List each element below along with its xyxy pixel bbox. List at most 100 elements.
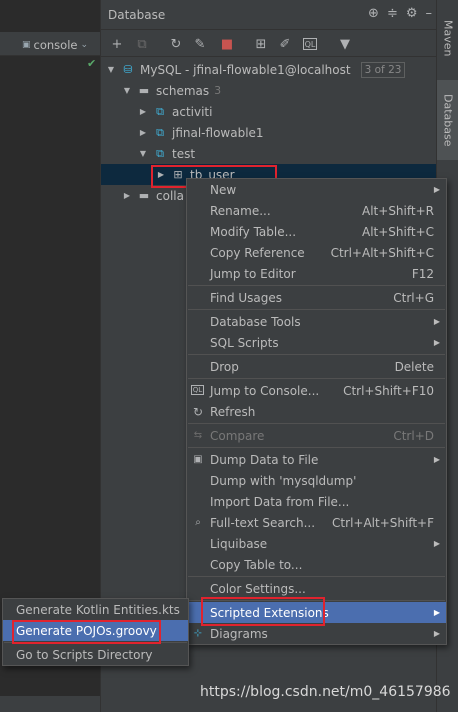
schema-icon: ⧉ <box>156 146 164 160</box>
menu-separator <box>188 576 445 577</box>
menu-item-label: Liquibase <box>210 536 268 551</box>
chevron-down-icon: ⌄ <box>80 40 89 50</box>
menu-separator <box>188 354 445 355</box>
menu-item-label: Database Tools <box>210 314 301 329</box>
menu-item-compare[interactable]: ⇆ Compare Ctrl+D <box>187 425 446 446</box>
count-badge: 3 of 23 <box>360 61 406 78</box>
tab-database[interactable]: Database <box>437 80 458 160</box>
menu-item-dump-mysqldump[interactable]: Dump with 'mysqldump' <box>187 470 446 491</box>
menu-item-database-tools[interactable]: Database Tools ▶ <box>187 311 446 332</box>
expand-arrow-icon[interactable]: ▼ <box>106 65 116 74</box>
menu-item-copy-reference[interactable]: Copy Reference Ctrl+Alt+Shift+C <box>187 242 446 263</box>
menu-item-liquibase[interactable]: Liquibase ▶ <box>187 533 446 554</box>
menu-separator <box>188 423 445 424</box>
menu-item-shortcut: Ctrl+Alt+Shift+F <box>332 515 434 530</box>
stop-icon[interactable]: ■ <box>218 35 236 53</box>
submenu-item-generate-kotlin[interactable]: Generate Kotlin Entities.kts <box>3 599 188 620</box>
check-icon: ✔ <box>87 57 97 70</box>
refresh-icon[interactable]: ↻ <box>167 35 185 53</box>
filter-icon[interactable]: ▼ <box>336 35 354 53</box>
menu-item-find-usages[interactable]: Find Usages Ctrl+G <box>187 287 446 308</box>
menu-item-copy-table[interactable]: Copy Table to... <box>187 554 446 575</box>
menu-item-scripted-extensions[interactable]: Scripted Extensions ▶ <box>187 602 446 623</box>
compare-icon: ⇆ <box>193 430 203 441</box>
collapse-arrow-icon[interactable]: ▶ <box>138 107 148 116</box>
table-icon[interactable]: ⊞ <box>252 35 270 53</box>
tree-node-collations[interactable]: ▶ ▬ colla <box>122 185 184 206</box>
gear-icon[interactable]: ⚙ <box>406 6 418 21</box>
menu-separator <box>188 378 445 379</box>
submenu-item-go-to-scripts[interactable]: Go to Scripts Directory <box>3 644 188 665</box>
duplicate-icon[interactable]: ⧉ <box>133 35 151 53</box>
editor-statusbar <box>0 696 100 712</box>
connection-label: MySQL - jfinal-flowable1@localhost <box>140 62 351 77</box>
menu-item-color-settings[interactable]: Color Settings... <box>187 578 446 599</box>
collapse-icon[interactable]: ≑ <box>387 6 398 21</box>
menu-item-rename[interactable]: Rename... Alt+Shift+R <box>187 200 446 221</box>
schema-settings-icon[interactable]: ✎ <box>191 35 209 53</box>
tab-maven[interactable]: Maven <box>437 8 458 68</box>
menu-item-jump-to-console[interactable]: QL Jump to Console... Ctrl+Shift+F10 <box>187 380 446 401</box>
edit-icon[interactable]: ✐ <box>276 35 294 53</box>
submenu-item-label: Go to Scripts Directory <box>16 647 153 662</box>
scripted-extensions-submenu: Generate Kotlin Entities.kts Generate PO… <box>2 598 189 666</box>
tree-node-schema[interactable]: ▼ ⧉ test <box>138 143 195 164</box>
refresh-icon: ↻ <box>192 404 204 419</box>
context-menu: New ▶ Rename... Alt+Shift+R Modify Table..… <box>186 178 447 645</box>
menu-item-sql-scripts[interactable]: SQL Scripts ▶ <box>187 332 446 353</box>
diagram-icon: ⊹ <box>193 628 203 639</box>
collations-label: colla <box>156 188 184 203</box>
menu-item-modify-table[interactable]: Modify Table... Alt+Shift+C <box>187 221 446 242</box>
submenu-item-generate-pojos[interactable]: Generate POJOs.groovy <box>3 620 188 641</box>
watermark: https://blog.csdn.net/m0_46157986 <box>200 684 451 700</box>
menu-item-dump-data[interactable]: ▣ Dump Data to File ▶ <box>187 449 446 470</box>
tree-node-schema[interactable]: ▶ ⧉ activiti <box>138 101 213 122</box>
minimize-icon[interactable]: – <box>426 6 433 21</box>
new-icon <box>191 183 205 197</box>
schemas-label: schemas <box>156 83 210 98</box>
tree-node-schema[interactable]: ▶ ⧉ jfinal-flowable1 <box>138 122 264 143</box>
menu-item-new[interactable]: New ▶ <box>187 179 446 200</box>
menu-item-label: Full-text Search... <box>210 515 316 530</box>
menu-item-label: Copy Reference <box>210 245 305 260</box>
menu-item-drop[interactable]: Drop Delete <box>187 356 446 377</box>
menu-item-label: Scripted Extensions <box>210 605 329 620</box>
tree-node-connection[interactable]: ▼ ⛁ MySQL - jfinal-flowable1@localhost 3… <box>106 59 406 80</box>
menu-separator <box>188 285 445 286</box>
maven-tab-label: Maven <box>441 19 455 57</box>
menu-item-label: Refresh <box>210 404 256 419</box>
menu-item-full-text-search[interactable]: ⌕ Full-text Search... Ctrl+Alt+Shift+F <box>187 512 446 533</box>
menu-item-shortcut: Ctrl+D <box>393 428 434 443</box>
add-icon[interactable]: + <box>108 35 126 53</box>
console-icon[interactable]: QL <box>303 38 317 50</box>
menu-item-shortcut: Alt+Shift+R <box>362 203 434 218</box>
menu-item-label: Rename... <box>210 203 271 218</box>
folder-icon: ▬ <box>138 189 150 202</box>
menu-item-label: Drop <box>210 359 239 374</box>
tree-node-schemas[interactable]: ▼ ▬ schemas 3 <box>122 80 221 101</box>
menu-item-label: Import Data from File... <box>210 494 350 509</box>
database-tab-label: Database <box>441 93 455 147</box>
submenu-arrow-icon: ▶ <box>433 539 440 548</box>
submenu-arrow-icon: ▶ <box>433 629 440 638</box>
collapse-arrow-icon[interactable]: ▶ <box>138 128 148 137</box>
menu-item-diagrams[interactable]: ⊹ Diagrams ▶ <box>187 623 446 644</box>
menu-item-refresh[interactable]: ↻ Refresh <box>187 401 446 422</box>
menu-item-shortcut: F12 <box>411 266 434 281</box>
expand-arrow-icon[interactable]: ▼ <box>122 86 132 95</box>
console-icon: QL <box>191 385 204 395</box>
expand-arrow-icon[interactable]: ▼ <box>138 149 148 158</box>
submenu-arrow-icon: ▶ <box>433 317 440 326</box>
console-label: console <box>33 38 78 52</box>
menu-item-label: Jump to Console... <box>210 383 320 398</box>
panel-toolbar: + ⧉ ↻ ✎ ■ ⊞ ✐ QL ▼ <box>101 31 436 57</box>
schema-label: activiti <box>172 104 213 119</box>
menu-item-jump-to-editor[interactable]: Jump to Editor F12 <box>187 263 446 284</box>
collapse-arrow-icon[interactable]: ▶ <box>156 170 166 179</box>
menu-item-import-data[interactable]: Import Data from File... <box>187 491 446 512</box>
save-icon: ▣ <box>193 454 203 465</box>
collapse-arrow-icon[interactable]: ▶ <box>122 191 132 200</box>
target-icon[interactable]: ⊕ <box>368 6 379 21</box>
search-icon: ⌕ <box>195 517 201 528</box>
console-selector[interactable]: ▣ console ⌄ <box>22 37 88 53</box>
